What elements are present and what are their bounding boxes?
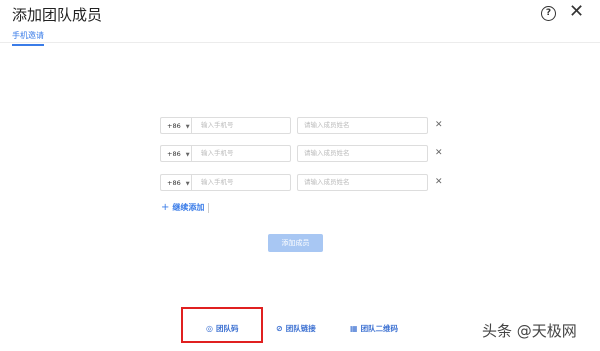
country-code-select[interactable]: +86 ▼ bbox=[160, 145, 191, 162]
qrcode-icon: ▦ bbox=[350, 324, 358, 333]
phone-input[interactable] bbox=[191, 174, 291, 191]
link-icon: ⊘ bbox=[276, 324, 283, 333]
phone-input[interactable] bbox=[191, 145, 291, 162]
divider bbox=[208, 202, 210, 213]
name-input[interactable] bbox=[297, 174, 428, 191]
add-more-button[interactable]: + 继续添加 bbox=[161, 202, 210, 213]
country-code-select[interactable]: +86 ▼ bbox=[160, 174, 191, 191]
name-input[interactable] bbox=[297, 145, 428, 162]
footer-team-qrcode[interactable]: ▦ 团队二维码 bbox=[350, 323, 398, 334]
submit-button[interactable]: 添加成员 bbox=[268, 234, 323, 252]
remove-row-icon[interactable]: ✕ bbox=[435, 174, 443, 191]
country-code-value: +86 bbox=[167, 179, 181, 187]
page-title: 添加团队成员 bbox=[12, 6, 103, 24]
plus-icon: + bbox=[161, 202, 170, 213]
tab-phone-invite[interactable]: 手机邀请 bbox=[12, 30, 44, 46]
tab-divider bbox=[0, 42, 600, 43]
add-more-label: 继续添加 bbox=[172, 203, 205, 212]
close-icon[interactable]: ✕ bbox=[569, 2, 584, 22]
watermark: 头条 @天极网 bbox=[482, 322, 577, 340]
invite-row: +86 ▼ ✕ bbox=[160, 174, 450, 193]
country-code-select[interactable]: +86 ▼ bbox=[160, 117, 191, 134]
team-qrcode-label: 团队二维码 bbox=[360, 324, 399, 333]
invite-row: +86 ▼ ✕ bbox=[160, 145, 450, 164]
name-input[interactable] bbox=[297, 117, 428, 134]
chevron-down-icon: ▼ bbox=[185, 181, 190, 187]
phone-input[interactable] bbox=[191, 117, 291, 134]
remove-row-icon[interactable]: ✕ bbox=[435, 117, 443, 134]
footer-team-link[interactable]: ⊘ 团队链接 bbox=[276, 323, 316, 334]
help-icon[interactable]: ? bbox=[541, 6, 556, 21]
team-link-label: 团队链接 bbox=[285, 324, 316, 333]
country-code-value: +86 bbox=[167, 150, 181, 158]
remove-row-icon[interactable]: ✕ bbox=[435, 145, 443, 162]
country-code-value: +86 bbox=[167, 122, 181, 130]
chevron-down-icon: ▼ bbox=[185, 124, 190, 130]
chevron-down-icon: ▼ bbox=[185, 152, 190, 158]
invite-row: +86 ▼ ✕ bbox=[160, 117, 450, 136]
highlight-box bbox=[181, 307, 263, 343]
